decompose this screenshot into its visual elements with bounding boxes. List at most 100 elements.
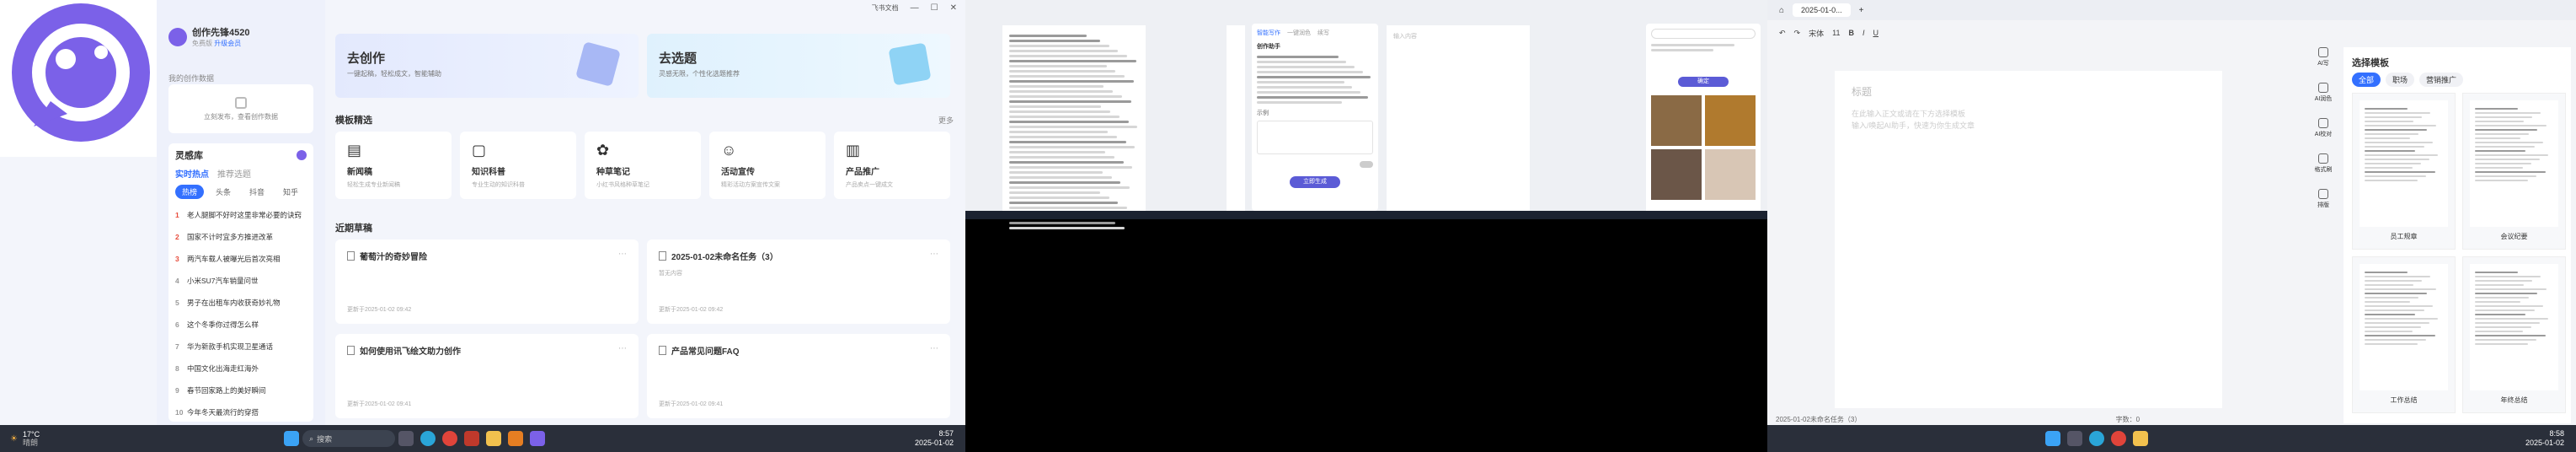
side-rail-button[interactable]: 格式刷 (2315, 153, 2333, 174)
app-icon-orange[interactable] (508, 431, 524, 446)
hot-item[interactable]: 1 老人腿脚不好时这里非常必要的诀窍 (175, 204, 307, 226)
tab-recommend[interactable]: 推荐选题 (217, 167, 251, 180)
topic-card[interactable]: 去选题 灵感无限，个性化选题推荐 (647, 34, 950, 98)
confirm-button[interactable]: 确定 (1678, 77, 1729, 87)
refresh-icon[interactable] (297, 150, 307, 160)
italic-icon[interactable]: I (1863, 29, 1865, 37)
minimize-icon[interactable]: — (911, 3, 919, 13)
start-icon[interactable] (284, 431, 300, 446)
image-thumb-tree[interactable] (1705, 95, 1756, 146)
generate-button[interactable]: 立即生成 (1290, 176, 1340, 188)
create-card[interactable]: 去创作 一键起稿，轻松成文，智能辅助 (335, 34, 639, 98)
home-icon[interactable]: ⌂ (1779, 6, 1784, 15)
app-icon-purple[interactable] (530, 431, 546, 446)
folder-icon[interactable] (486, 431, 502, 446)
taskview-icon[interactable] (398, 431, 414, 446)
side-rail-label: AI校对 (2314, 132, 2333, 137)
template-card[interactable]: ☺ 活动宣传 精彩活动方案宣传文案 (709, 132, 826, 199)
template-thumb-name: 员工规章 (2390, 233, 2418, 240)
folder-icon-3[interactable] (2133, 431, 2148, 446)
start-icon-3[interactable] (2045, 431, 2060, 446)
filter-toutiao[interactable]: 头条 (209, 185, 238, 199)
doc-title-placeholder[interactable]: 标题 (1852, 84, 1872, 99)
panel-tab-write[interactable]: 智能写作 (1257, 29, 1280, 37)
maximize-icon[interactable]: ☐ (931, 3, 938, 13)
template-card[interactable]: ▢ 知识科普 专业生动的知识科普 (460, 132, 576, 199)
toggle-switch[interactable] (1360, 161, 1373, 168)
image-thumb-woman[interactable] (1705, 149, 1756, 200)
template-thumb[interactable]: 会议纪要 (2462, 93, 2566, 250)
panel-tab-polish[interactable]: 一键润色 (1287, 29, 1311, 37)
hot-item[interactable]: 4 小米SU7汽车销量问世 (175, 270, 307, 292)
more-icon[interactable]: ⋯ (930, 250, 938, 259)
templates-more[interactable]: 更多 (938, 115, 954, 126)
filter-zhihu[interactable]: 知乎 (276, 185, 305, 199)
side-rail-icon (2318, 47, 2328, 57)
image-thumb-bags[interactable] (1651, 95, 1702, 146)
draft-card[interactable]: 产品常见问题FAQ 更新于2025-01-02 09:41 ⋯ (647, 334, 950, 418)
draft-card[interactable]: 葡萄汁的奇妙冒险 更新于2025-01-02 09:42 ⋯ (335, 239, 639, 324)
app-icon-red[interactable] (464, 431, 480, 446)
tab-hot[interactable]: 实时热点 (175, 167, 209, 180)
side-rail-button[interactable]: AI润色 (2314, 83, 2333, 103)
template-thumb[interactable]: 工作总结 (2352, 256, 2456, 413)
upgrade-link[interactable]: 升级会员 (214, 40, 241, 47)
side-rail-button[interactable]: 排版 (2317, 189, 2329, 209)
editor-status: 2025-01-02未命名任务（3） 字数：0 (1767, 415, 2340, 425)
hot-item[interactable]: 8 中国文化出海走红海外 (175, 358, 307, 379)
add-tab-icon[interactable]: + (1859, 6, 1864, 15)
template-card[interactable]: ▥ 产品推广 产品卖点一键成文 (834, 132, 950, 199)
hot-item[interactable]: 9 春节回家路上的美好瞬间 (175, 379, 307, 401)
size-select[interactable]: 11 (1832, 29, 1840, 37)
hot-item[interactable]: 5 男子在出租车内收获奇妙礼物 (175, 292, 307, 314)
weather-icon: ☀ (10, 433, 18, 444)
tpl-tab-work[interactable]: 职场 (2386, 73, 2415, 87)
more-icon[interactable]: ⋯ (618, 344, 627, 353)
filter-hot[interactable]: 热榜 (175, 185, 205, 199)
hot-item[interactable]: 3 两汽车载人被曝光后首次亮相 (175, 248, 307, 270)
template-thumb[interactable]: 年终总结 (2462, 256, 2566, 413)
template-card[interactable]: ▤ 新闻稿 轻松生成专业新闻稿 (335, 132, 452, 199)
undo-icon[interactable]: ↶ (1779, 29, 1786, 38)
avatar[interactable] (168, 27, 187, 46)
side-rail-label: AI润色 (2314, 96, 2333, 102)
side-rail-icon (2318, 83, 2328, 93)
filter-douyin[interactable]: 抖音 (243, 185, 271, 199)
more-icon[interactable]: ⋯ (618, 250, 627, 259)
tpl-tab-all[interactable]: 全部 (2352, 73, 2381, 87)
image-thumb-person[interactable] (1651, 149, 1702, 200)
create-title: 去创作 (347, 51, 386, 66)
hot-item[interactable]: 2 国家不计时宜多方推进改革 (175, 226, 307, 248)
editor-page[interactable]: 标题 在此输入正文或请在下方选择模板 输入/唤起AI助手，快速为你生成文章 (1835, 71, 2222, 408)
empty-data-text: 立刻发布，查看创作数据 (204, 112, 278, 121)
draft-card[interactable]: 2025-01-02未命名任务（3） 暂无内容 更新于2025-01-02 09:4… (647, 239, 950, 324)
doc-tab[interactable]: 2025-01-0... (1793, 3, 1851, 17)
bold-icon[interactable]: B (1848, 29, 1854, 37)
weather-desc: 晴朗 (22, 439, 38, 447)
template-card[interactable]: ✿ 种草笔记 小红书风格种草笔记 (585, 132, 701, 199)
side-rail-button[interactable]: AI校对 (2314, 118, 2333, 138)
redo-icon[interactable]: ↷ (1794, 29, 1801, 38)
close-icon[interactable]: ✕ (950, 3, 957, 13)
hot-rank: 4 (175, 277, 179, 285)
search-box[interactable]: ⌕ 搜索 (302, 430, 396, 447)
middle-input[interactable]: 输入内容 (1393, 32, 1523, 40)
search-icon-3[interactable] (2067, 431, 2082, 446)
chrome-icon[interactable] (442, 431, 458, 446)
hot-item[interactable]: 6 这个冬季你过得怎么样 (175, 314, 307, 336)
right-panel: 确定 (1646, 24, 1761, 214)
edge-icon[interactable] (420, 431, 436, 446)
font-select[interactable]: 宋体 (1809, 28, 1824, 39)
underline-icon[interactable]: U (1873, 29, 1879, 37)
hot-item[interactable]: 7 华为新款手机实现卫星通话 (175, 336, 307, 358)
edge-icon-3[interactable] (2089, 431, 2104, 446)
side-rail-button[interactable]: AI写 (2317, 47, 2329, 67)
template-thumb[interactable]: 员工规章 (2352, 93, 2456, 250)
hot-item[interactable]: 10 今年冬天最流行的穿搭 (175, 401, 307, 423)
search-icon: ⌕ (309, 433, 314, 443)
draft-card[interactable]: 如何使用讯飞绘文助力创作 更新于2025-01-02 09:41 ⋯ (335, 334, 639, 418)
tpl-tab-marketing[interactable]: 营销推广 (2419, 73, 2464, 87)
chrome-icon-3[interactable] (2111, 431, 2126, 446)
more-icon[interactable]: ⋯ (930, 344, 938, 353)
panel-tab-continue[interactable]: 续写 (1317, 29, 1329, 37)
